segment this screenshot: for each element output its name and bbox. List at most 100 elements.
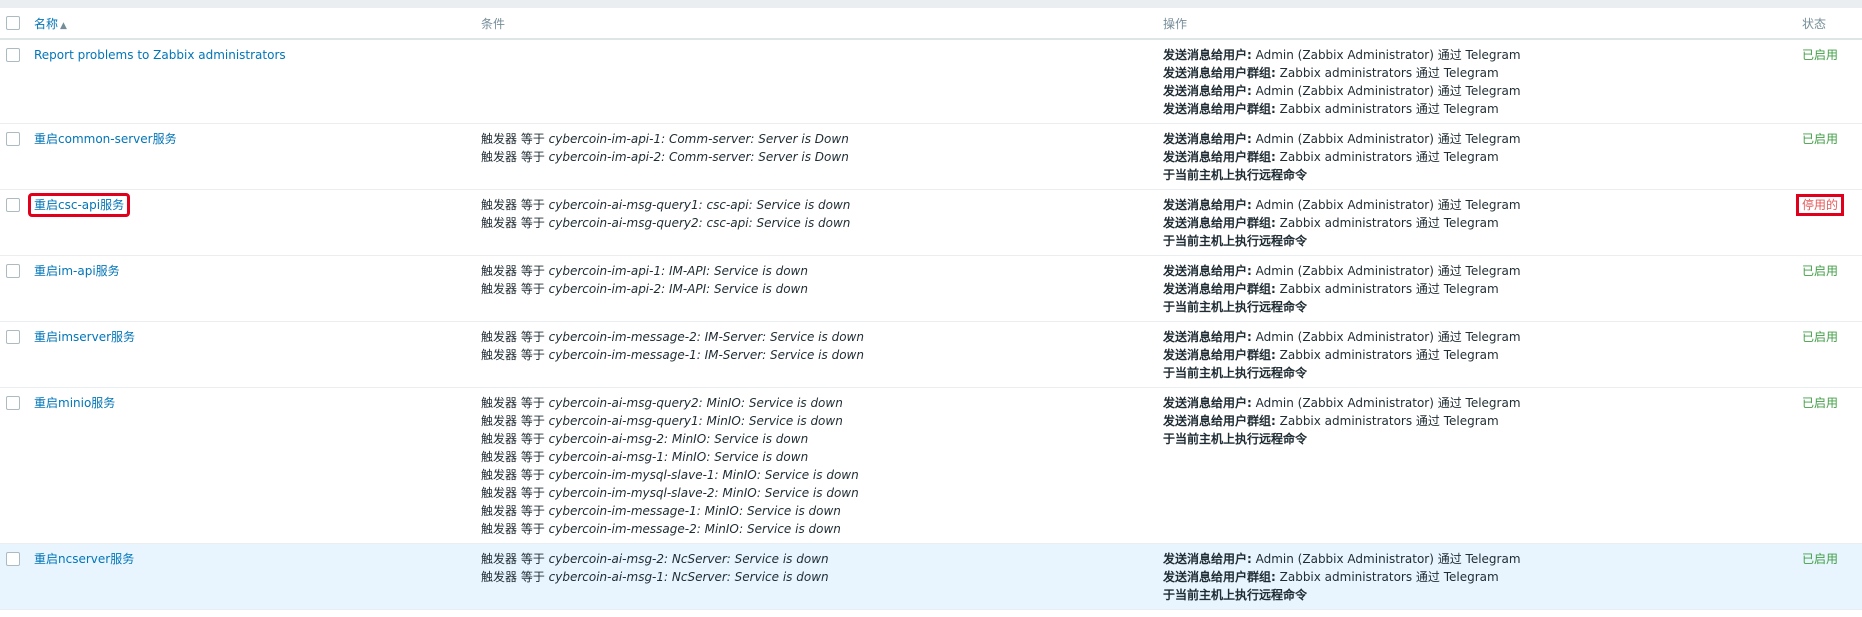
operation-line: 于当前主机上执行远程命令 (1163, 586, 1802, 604)
condition-prefix: 触发器 等于 (481, 552, 549, 566)
operation-label: 发送消息给用户群组: (1163, 282, 1276, 296)
table-row: 重启common-server服务触发器 等于 cybercoin-im-api… (0, 123, 1862, 190)
operation-line: 于当前主机上执行远程命令 (1163, 298, 1802, 316)
table-row: 重启imserver服务 触发器 等于 cybercoin-im-message-… (0, 321, 1862, 388)
condition-prefix: 触发器 等于 (481, 348, 549, 362)
condition-line: 触发器 等于 cybercoin-im-message-2: IM-Server… (481, 328, 1163, 346)
condition-line: 触发器 等于 cybercoin-im-api-1: IM-API: Servi… (481, 262, 1163, 280)
action-name-cell: 重启csc-api服务 (27, 189, 481, 256)
condition-trigger-name: cybercoin-im-api-2: Comm-server: Server … (548, 150, 849, 164)
operation-detail: Admin (Zabbix Administrator) 通过 Telegram (1251, 198, 1521, 212)
operation-detail: Admin (Zabbix Administrator) 通过 Telegram (1251, 396, 1521, 410)
table-row: 重启csc-api服务 触发器 等于 cybercoin-ai-msg-query… (0, 189, 1862, 256)
operation-label: 发送消息给用户群组: (1163, 216, 1276, 230)
header-checkbox-cell (0, 8, 34, 40)
operation-label: 于当前主机上执行远程命令 (1163, 168, 1308, 182)
status-cell: 已启用 (1802, 255, 1862, 322)
condition-prefix: 触发器 等于 (481, 450, 549, 464)
operation-detail: Zabbix administrators 通过 Telegram (1275, 570, 1499, 584)
status-toggle-link[interactable]: 已启用 (1802, 48, 1838, 62)
status-toggle-link[interactable]: 已启用 (1802, 552, 1838, 566)
condition-trigger-name: cybercoin-ai-msg-query1: MinIO: Service … (548, 414, 843, 428)
action-name-link[interactable]: 重启csc-api服务 (27, 193, 131, 217)
operation-label: 发送消息给用户: (1163, 330, 1252, 344)
condition-prefix: 触发器 等于 (481, 522, 549, 536)
condition-prefix: 触发器 等于 (481, 330, 549, 344)
select-all-checkbox[interactable] (6, 16, 20, 31)
table-header-row: 名称 ▲ 条件 操作 状态 (0, 8, 1862, 40)
conditions-cell: 触发器 等于 cybercoin-im-message-2: IM-Server… (481, 321, 1163, 388)
status-toggle-link[interactable]: 已启用 (1802, 330, 1838, 344)
operation-line: 于当前主机上执行远程命令 (1163, 430, 1802, 448)
action-name-link[interactable]: 重启common-server服务 (34, 132, 177, 146)
operation-line: 发送消息给用户群组: Zabbix administrators 通过 Tele… (1163, 100, 1802, 118)
status-toggle-link[interactable]: 已启用 (1802, 264, 1838, 278)
condition-prefix: 触发器 等于 (481, 504, 549, 518)
row-checkbox-cell (0, 387, 34, 544)
row-checkbox[interactable] (6, 396, 20, 410)
action-name-link[interactable]: Report problems to Zabbix administrators (34, 48, 286, 62)
condition-prefix: 触发器 等于 (481, 570, 549, 584)
row-checkbox[interactable] (6, 552, 20, 566)
operation-label: 发送消息给用户: (1163, 48, 1252, 62)
action-name-link[interactable]: 重启imserver服务 (34, 330, 135, 344)
row-checkbox-cell (0, 321, 34, 388)
status-toggle-link[interactable]: 已启用 (1802, 132, 1838, 146)
conditions-cell: 触发器 等于 cybercoin-im-api-1: IM-API: Servi… (481, 255, 1163, 322)
condition-trigger-name: cybercoin-im-api-1: Comm-server: Server … (548, 132, 849, 146)
operations-cell: 发送消息给用户: Admin (Zabbix Administrator) 通过… (1163, 123, 1802, 190)
conditions-cell (481, 39, 1163, 124)
operation-label: 发送消息给用户群组: (1163, 66, 1276, 80)
operation-detail: Zabbix administrators 通过 Telegram (1275, 66, 1499, 80)
status-cell: 已启用 (1802, 543, 1862, 610)
condition-trigger-name: cybercoin-ai-msg-query1: csc-api: Servic… (548, 198, 851, 212)
condition-trigger-name: cybercoin-ai-msg-1: NcServer: Service is… (548, 570, 829, 584)
operation-line: 发送消息给用户群组: Zabbix administrators 通过 Tele… (1163, 280, 1802, 298)
operation-detail: Admin (Zabbix Administrator) 通过 Telegram (1251, 552, 1521, 566)
operation-label: 于当前主机上执行远程命令 (1163, 366, 1308, 380)
operation-label: 于当前主机上执行远程命令 (1163, 588, 1308, 602)
action-name-link[interactable]: 重启minio服务 (34, 396, 115, 410)
operation-line: 于当前主机上执行远程命令 (1163, 364, 1802, 382)
condition-line: 触发器 等于 cybercoin-im-api-2: Comm-server: … (481, 148, 1163, 166)
condition-trigger-name: cybercoin-ai-msg-query2: csc-api: Servic… (548, 216, 851, 230)
operation-line: 发送消息给用户群组: Zabbix administrators 通过 Tele… (1163, 214, 1802, 232)
header-name-label: 名称 (34, 16, 59, 31)
condition-trigger-name: cybercoin-im-mysql-slave-1: MinIO: Servi… (548, 468, 859, 482)
row-checkbox[interactable] (6, 264, 20, 278)
action-name-cell: 重启im-api服务 (34, 255, 481, 322)
condition-line: 触发器 等于 cybercoin-im-message-1: MinIO: Se… (481, 502, 1163, 520)
operations-cell: 发送消息给用户: Admin (Zabbix Administrator) 通过… (1163, 387, 1802, 544)
operation-label: 发送消息给用户: (1163, 198, 1252, 212)
sort-ascending-icon: ▲ (60, 20, 67, 31)
condition-trigger-name: cybercoin-ai-msg-2: NcServer: Service is… (548, 552, 829, 566)
operation-line: 发送消息给用户: Admin (Zabbix Administrator) 通过… (1163, 550, 1802, 568)
action-name-link[interactable]: 重启ncserver服务 (34, 552, 134, 566)
condition-trigger-name: cybercoin-ai-msg-query2: MinIO: Service … (548, 396, 843, 410)
sort-by-name-link[interactable]: 名称 ▲ (34, 17, 67, 31)
top-strip (0, 0, 1862, 8)
row-checkbox[interactable] (6, 198, 20, 212)
condition-trigger-name: cybercoin-ai-msg-2: MinIO: Service is do… (548, 432, 809, 446)
action-name-link[interactable]: 重启im-api服务 (34, 264, 120, 278)
condition-trigger-name: cybercoin-im-message-1: IM-Server: Servi… (548, 348, 864, 362)
operation-detail: Zabbix administrators 通过 Telegram (1275, 282, 1499, 296)
operation-detail: Zabbix administrators 通过 Telegram (1275, 414, 1499, 428)
operation-label: 于当前主机上执行远程命令 (1163, 300, 1308, 314)
status-cell: 已启用 (1802, 39, 1862, 124)
operation-detail: Zabbix administrators 通过 Telegram (1275, 150, 1499, 164)
operation-line: 发送消息给用户: Admin (Zabbix Administrator) 通过… (1163, 394, 1802, 412)
operation-line: 于当前主机上执行远程命令 (1163, 232, 1802, 250)
condition-trigger-name: cybercoin-im-mysql-slave-2: MinIO: Servi… (548, 486, 859, 500)
operation-label: 于当前主机上执行远程命令 (1163, 234, 1308, 248)
conditions-cell: 触发器 等于 cybercoin-im-api-1: Comm-server: … (481, 123, 1163, 190)
operation-label: 发送消息给用户: (1163, 132, 1252, 146)
row-checkbox[interactable] (6, 48, 20, 62)
status-toggle-link[interactable]: 已启用 (1802, 396, 1838, 410)
action-name-cell: Report problems to Zabbix administrators (34, 39, 481, 124)
row-checkbox[interactable] (6, 330, 20, 344)
condition-trigger-name: cybercoin-im-message-2: MinIO: Service i… (548, 522, 841, 536)
row-checkbox[interactable] (6, 132, 20, 146)
status-toggle-link[interactable]: 停用的 (1795, 194, 1845, 216)
status-cell: 已启用 (1802, 387, 1862, 544)
